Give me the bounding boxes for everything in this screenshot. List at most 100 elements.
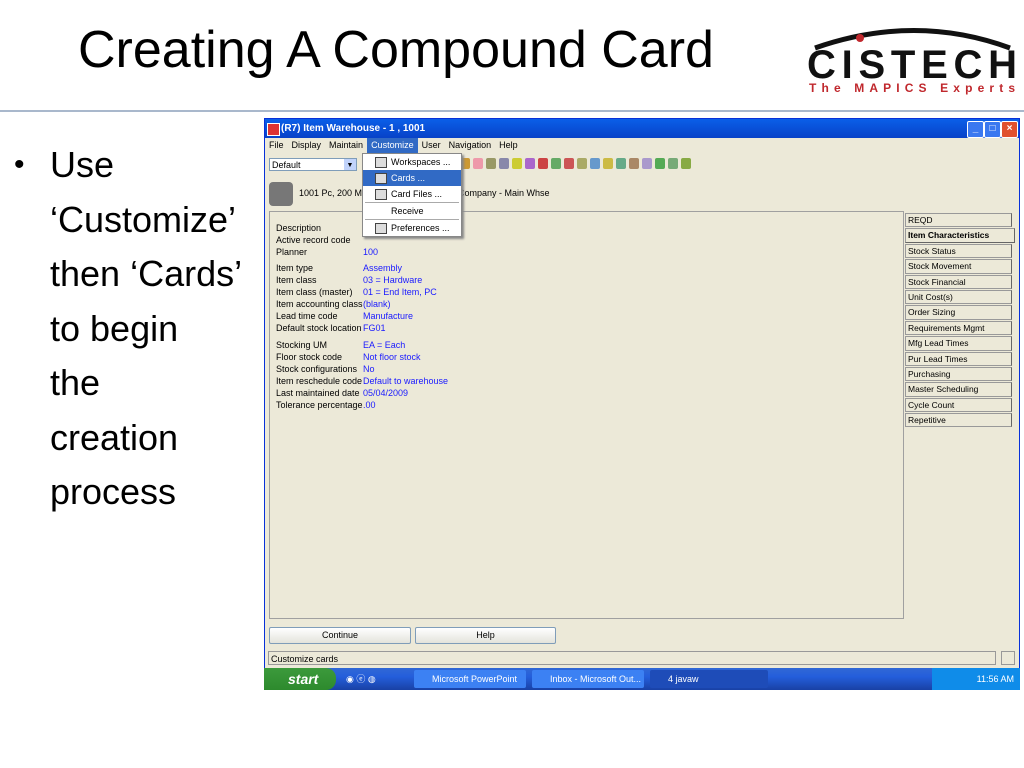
workspace-select[interactable]: Default ▼ xyxy=(269,158,357,171)
toolbar-icon[interactable] xyxy=(525,158,535,169)
minimize-icon[interactable]: _ xyxy=(967,121,984,138)
start-button[interactable]: start xyxy=(264,668,336,690)
card-tab[interactable]: Stock Status xyxy=(905,243,1012,259)
menu-user[interactable]: User xyxy=(418,138,445,153)
card-tab[interactable]: Mfg Lead Times xyxy=(905,336,1012,351)
item-header-warehouse: Company - Main Whse xyxy=(458,188,550,198)
field-row: Tolerance percentage .00 xyxy=(276,399,376,411)
card-tab[interactable]: Repetitive xyxy=(905,413,1012,428)
field-value: (blank) xyxy=(363,299,391,309)
card-tab[interactable]: Stock Financial xyxy=(905,274,1012,289)
card-tab[interactable]: Pur Lead Times xyxy=(905,351,1012,366)
close-icon[interactable]: × xyxy=(1001,121,1018,138)
menu-item-cards[interactable]: Cards ... xyxy=(363,170,461,186)
field-label: Planner xyxy=(276,247,308,257)
item-warehouse-window: (R7) Item Warehouse - 1 , 1001 _ □ × Fil… xyxy=(264,118,1020,670)
field-label: Last maintained date xyxy=(276,388,360,398)
card-tab[interactable]: Unit Cost(s) xyxy=(905,289,1012,305)
taskbar-item-outlook[interactable]: Inbox - Microsoft Out... xyxy=(532,670,644,688)
resize-grip-icon[interactable] xyxy=(1001,651,1015,665)
taskbar-item-powerpoint[interactable]: Microsoft PowerPoint ... xyxy=(414,670,526,702)
menu-file[interactable]: File xyxy=(265,138,288,153)
maximize-icon[interactable]: □ xyxy=(984,121,1001,138)
menu-item-workspaces[interactable]: Workspaces ... xyxy=(363,154,461,170)
toolbar xyxy=(460,158,694,172)
field-value: 100 xyxy=(363,247,379,257)
toolbar-icon[interactable] xyxy=(577,158,587,169)
menu-item-label: Cards ... xyxy=(391,173,426,183)
menu-navigation[interactable]: Navigation xyxy=(445,138,496,153)
card-tab[interactable]: Order Sizing xyxy=(905,305,1012,320)
card-tab[interactable]: Master Scheduling xyxy=(905,382,1012,397)
taskbar-item-javaw[interactable]: 4 javaw xyxy=(650,670,768,688)
field-label: Item type xyxy=(276,263,314,273)
menu-item-label: Preferences ... xyxy=(391,223,450,233)
field-label: Item reschedule code xyxy=(276,376,363,386)
menu-item-preferences[interactable]: Preferences ... xyxy=(363,220,461,236)
field-row: Lead time code Manufacture xyxy=(276,310,413,322)
toolbar-icon[interactable] xyxy=(486,158,496,169)
preferences-icon xyxy=(375,223,387,234)
quick-launch-icons[interactable]: ◉ ⓔ ◍ xyxy=(346,672,396,686)
card-files-icon xyxy=(375,189,387,200)
field-row: Floor stock code Not floor stock xyxy=(276,351,421,363)
card-tab[interactable]: REQD xyxy=(905,213,1012,228)
card-tab[interactable]: Requirements Mgmt xyxy=(905,320,1012,336)
toolbar-icon[interactable] xyxy=(590,158,600,169)
toolbar-icon[interactable] xyxy=(538,158,548,169)
continue-button[interactable]: Continue xyxy=(269,627,411,644)
toolbar-icon[interactable] xyxy=(551,158,561,169)
field-row: Stocking UM EA = Each xyxy=(276,339,405,351)
menu-item-label: Receive xyxy=(391,206,424,216)
field-label: Stock configurations xyxy=(276,364,358,374)
menu-customize[interactable]: Customize xyxy=(367,138,418,153)
bullet-line: ‘Customize’ xyxy=(50,198,237,240)
field-label: Stocking UM xyxy=(276,340,328,350)
customize-menu-dropdown: Workspaces ... Cards ... Card Files ... … xyxy=(362,153,462,237)
bullet-line: process xyxy=(50,471,177,512)
window-titlebar[interactable]: (R7) Item Warehouse - 1 , 1001 _ □ × xyxy=(265,119,1019,138)
card-tab[interactable]: Purchasing xyxy=(905,366,1012,382)
chevron-down-icon[interactable]: ▼ xyxy=(344,159,356,170)
menu-display[interactable]: Display xyxy=(288,138,326,153)
menu-item-label: Card Files ... xyxy=(391,189,443,199)
toolbar-icon[interactable] xyxy=(616,158,626,169)
toolbar-icon[interactable] xyxy=(564,158,574,169)
toolbar-icon[interactable] xyxy=(499,158,509,169)
card-tab[interactable]: Item Characteristics xyxy=(905,228,1015,243)
field-value: EA = Each xyxy=(363,340,406,350)
bullet-line: creation xyxy=(50,416,179,458)
field-label: Active record code xyxy=(276,235,351,245)
toolbar-icon[interactable] xyxy=(603,158,613,169)
toolbar-icon[interactable] xyxy=(668,158,678,169)
taskbar: start ◉ ⓔ ◍ Microsoft PowerPoint ... Inb… xyxy=(264,668,1020,702)
toolbar-icon[interactable] xyxy=(629,158,639,169)
field-label: Floor stock code xyxy=(276,352,343,362)
field-label: Item accounting class xyxy=(276,299,363,309)
menu-help[interactable]: Help xyxy=(495,138,522,153)
window-title: (R7) Item Warehouse - 1 , 1001 xyxy=(281,123,426,134)
field-value: No xyxy=(363,364,375,374)
field-label: Item class xyxy=(276,275,317,285)
card-tab[interactable]: Cycle Count xyxy=(905,397,1012,413)
menu-item-card-files[interactable]: Card Files ... xyxy=(363,186,461,202)
workspaces-icon xyxy=(375,157,387,168)
field-value: 01 = End Item, PC xyxy=(363,287,437,297)
toolbar-icon[interactable] xyxy=(473,158,483,169)
field-value: Default to warehouse xyxy=(363,376,449,386)
toolbar-icon[interactable] xyxy=(642,158,652,169)
menu-bar: File Display Maintain Customize User Navigati… xyxy=(265,138,1019,153)
menu-item-receive[interactable]: Receive xyxy=(363,203,461,219)
toolbar-icon[interactable] xyxy=(681,158,691,169)
toolbar-icon[interactable] xyxy=(512,158,522,169)
menu-maintain[interactable]: Maintain xyxy=(325,138,367,153)
help-button[interactable]: Help xyxy=(415,627,556,644)
field-label: Description xyxy=(276,223,322,233)
toolbar-icon[interactable] xyxy=(655,158,665,169)
cards-icon xyxy=(375,173,387,184)
field-label: Item class (master) xyxy=(276,287,353,297)
title-divider xyxy=(0,110,1024,112)
bullet-line: the xyxy=(50,362,101,403)
bullet-text: • Use ‘Customize’ then ‘Cards’ to begin … xyxy=(14,138,242,520)
card-tab[interactable]: Stock Movement xyxy=(905,259,1012,274)
